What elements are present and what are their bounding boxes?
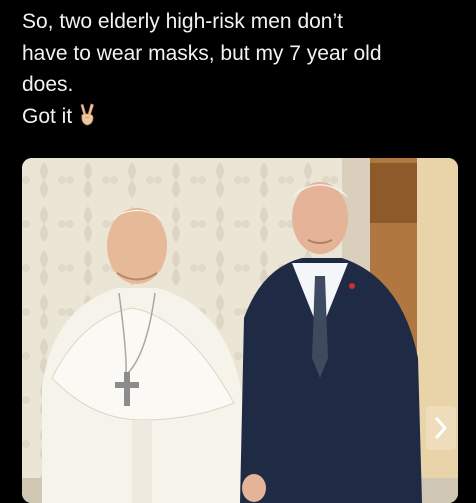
tweet-line-1: So, two elderly high-risk men don’t — [22, 10, 343, 33]
tweet-line-4-text: Got it — [22, 104, 73, 128]
chevron-right-icon — [435, 417, 447, 439]
tweet-photo[interactable] — [22, 158, 458, 503]
victory-hand-emoji-icon — [80, 102, 95, 125]
tweet-line-4: Got it — [22, 101, 462, 133]
next-photo-button[interactable] — [426, 406, 456, 450]
tweet-text: So, two elderly high-risk men don’t have… — [22, 6, 462, 132]
photo-illustration — [22, 158, 458, 503]
tweet-line-3: does. — [22, 73, 74, 96]
tweet-line-2: have to wear masks, but my 7 year old — [22, 41, 382, 65]
